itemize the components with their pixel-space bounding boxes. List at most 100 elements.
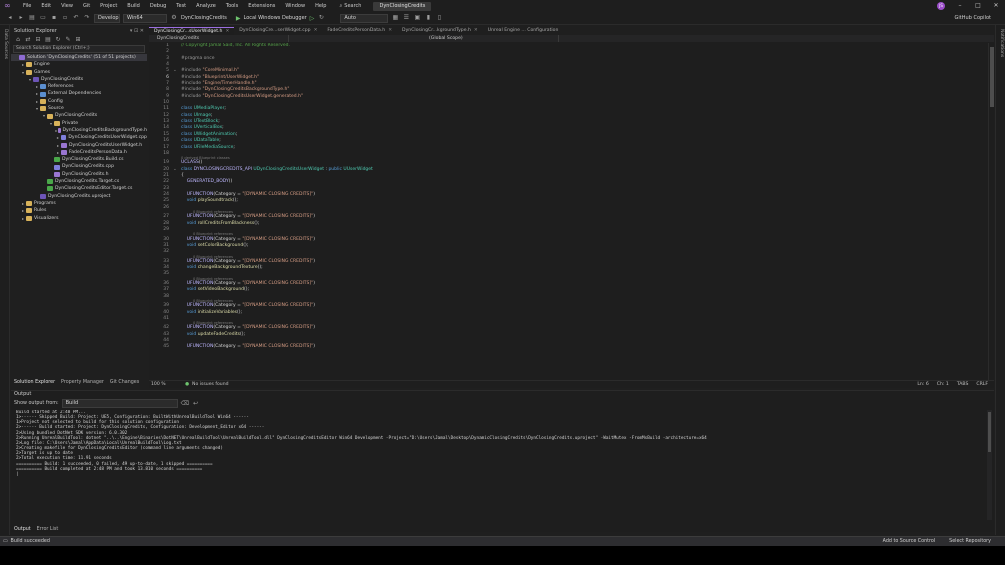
start-debug-icon[interactable]: ▶ [236, 15, 241, 22]
menu-item-help[interactable]: Help [310, 0, 331, 12]
add-to-source-control-button[interactable]: Add to Source Control [883, 539, 936, 544]
tab-output[interactable]: Output [14, 527, 31, 532]
nav-project-dropdown[interactable]: DynClosingCredits [149, 35, 289, 42]
open-icon[interactable]: ▭ [39, 14, 47, 22]
collapse-all-icon[interactable]: ⊟ [34, 36, 42, 44]
tree-item[interactable]: ▸ DynClosingCreditsUserWidget.h [11, 142, 147, 149]
data-sources-tab[interactable]: Data Sources [3, 29, 8, 59]
tree-item[interactable]: DynClosingCredits.uproject [11, 193, 147, 200]
configuration-dropdown[interactable]: Develop [94, 13, 120, 23]
redo-icon[interactable]: ↷ [83, 14, 91, 22]
tree-item[interactable]: DynClosingCredits.Target.cs [11, 178, 147, 185]
close-tab-icon[interactable]: ✕ [388, 27, 392, 35]
search-box[interactable]: ⌕ Search [335, 3, 365, 9]
editor-tab[interactable]: FadeCreditsPersonData.h ✕ [322, 27, 397, 35]
tree-item[interactable]: ▾ DynClosingCredits [11, 76, 147, 83]
startup-project-dropdown[interactable]: DynClosingCredits [181, 15, 227, 21]
save-icon[interactable]: ▪ [50, 14, 58, 22]
issues-status[interactable]: No issues found [192, 382, 229, 387]
menu-item-project[interactable]: Project [95, 0, 122, 12]
output-text[interactable]: Build started at 2:48 PM... 1>------ Skip… [16, 410, 976, 520]
debugger-button[interactable]: Local Windows Debugger [244, 15, 307, 21]
preview-icon[interactable]: ⊞ [74, 36, 82, 44]
new-item-icon[interactable]: ▤ [28, 14, 36, 22]
platform-dropdown[interactable]: Win64 [123, 13, 167, 23]
menu-item-analyze[interactable]: Analyze [191, 0, 221, 12]
close-icon[interactable]: ✕ [987, 0, 1005, 12]
hot-reload-icon[interactable]: ↻ [317, 14, 325, 22]
github-copilot-button[interactable]: GitHub Copilot [955, 15, 991, 21]
tree-item[interactable]: ▸ External Dependencies [11, 90, 147, 97]
tree-item[interactable]: DynClosingCreditsEditor.Target.cs [11, 185, 147, 192]
tree-item[interactable]: ▸ References [11, 83, 147, 90]
pane-controls-icon[interactable]: ▾ ⊡ ✕ [130, 27, 147, 35]
tree-item[interactable]: DynClosingCredits.cpp [11, 163, 147, 170]
close-tab-icon[interactable]: ✕ [314, 27, 318, 35]
back-icon[interactable]: ◂ [6, 14, 14, 22]
zoom-level[interactable]: 100 % [151, 382, 177, 387]
toolbar-format-icon[interactable]: ☰ [402, 14, 410, 22]
tree-item[interactable]: ▸ Rules [11, 207, 147, 214]
vs-logo-icon[interactable]: ∞ [4, 1, 14, 11]
tree-item[interactable]: Solution 'DynClosingCredits' (51 of 51 p… [11, 54, 147, 62]
menu-item-build[interactable]: Build [122, 0, 145, 12]
select-repository-button[interactable]: Select Repository [949, 539, 991, 544]
menu-item-edit[interactable]: Edit [36, 0, 56, 12]
output-scrollbar[interactable] [987, 410, 992, 520]
start-without-debug-icon[interactable]: ▷ [310, 15, 315, 22]
solution-config-dropdown[interactable]: Auto [340, 13, 389, 23]
menu-item-git[interactable]: Git [78, 0, 95, 12]
menu-item-debug[interactable]: Debug [145, 0, 171, 12]
maximize-icon[interactable]: □ [969, 0, 987, 12]
bookmark-next-icon[interactable]: ▯ [435, 14, 443, 22]
code-line[interactable]: 45 UFUNCTION (Category = "[DYNAMIC CLOSIN… [149, 344, 989, 350]
tab-property-manager[interactable]: Property Manager [61, 379, 104, 387]
tree-item[interactable]: ▸ DynClosingCreditsBackgroundType.h [11, 127, 147, 134]
editor-scrollbar[interactable] [988, 43, 994, 380]
bookmark-icon[interactable]: ▮ [424, 14, 432, 22]
tree-item[interactable]: ▾ Private [11, 120, 147, 127]
close-tab-icon[interactable]: ✕ [225, 28, 229, 35]
notifications-tab[interactable]: Notifications [999, 29, 1004, 57]
menu-item-test[interactable]: Test [171, 0, 191, 12]
tree-item[interactable]: DynClosingCredits.h [11, 171, 147, 178]
editor-tab[interactable]: DynClosingCr...kgroundType.h ✕ [397, 27, 483, 35]
minimize-icon[interactable]: – [951, 0, 969, 12]
toolbar-comment-icon[interactable]: ▣ [413, 14, 421, 22]
tree-item[interactable]: ▸ FadeCreditsPersonData.h [11, 149, 147, 156]
forward-icon[interactable]: ▸ [17, 14, 25, 22]
tree-item[interactable]: ▾ Source [11, 105, 147, 112]
tree-item[interactable]: ▾ DynClosingCredits [11, 112, 147, 119]
toolbar-tools-icon[interactable]: ▦ [391, 14, 399, 22]
editor-tab[interactable]: Unreal Engine ... Configuration [483, 27, 564, 35]
tree-item[interactable]: ▾ Games [11, 69, 147, 76]
tree-item[interactable]: ▸ Engine [11, 61, 147, 68]
tree-item[interactable]: ▸ Config [11, 98, 147, 105]
sync-icon[interactable]: ⇄ [24, 36, 32, 44]
cursor-line[interactable]: Ln: 6 [917, 382, 928, 387]
menu-item-view[interactable]: View [56, 0, 78, 12]
undo-icon[interactable]: ↶ [72, 14, 80, 22]
cursor-column[interactable]: Ch: 1 [937, 382, 949, 387]
word-wrap-icon[interactable]: ↩ [192, 400, 200, 408]
show-all-files-icon[interactable]: ▤ [44, 36, 52, 44]
refresh-icon[interactable]: ↻ [54, 36, 62, 44]
menu-item-window[interactable]: Window [280, 0, 310, 12]
properties-icon[interactable]: ✎ [64, 36, 72, 44]
tab-solution-explorer[interactable]: Solution Explorer [14, 379, 55, 387]
output-scrollbar-thumb[interactable] [988, 412, 991, 452]
menu-item-extensions[interactable]: Extensions [243, 0, 280, 12]
clear-output-icon[interactable]: ⌫ [181, 400, 189, 408]
indent-mode[interactable]: TABS [957, 382, 969, 387]
menu-item-tools[interactable]: Tools [221, 0, 243, 12]
tab-error-list[interactable]: Error List [37, 527, 59, 532]
nav-scope-dropdown[interactable]: (Global Scope) [289, 35, 559, 42]
tab-git-changes[interactable]: Git Changes [110, 379, 139, 387]
avatar[interactable]: JS [937, 2, 945, 10]
tree-item[interactable]: ▸ Visualizers [11, 215, 147, 222]
tree-item[interactable]: ▸ DynClosingCreditsUserWidget.cpp [11, 134, 147, 141]
line-endings[interactable]: CRLF [976, 382, 988, 387]
home-icon[interactable]: ⌂ [14, 36, 22, 44]
scrollbar-thumb[interactable] [990, 47, 994, 107]
close-tab-icon[interactable]: ✕ [474, 27, 478, 35]
